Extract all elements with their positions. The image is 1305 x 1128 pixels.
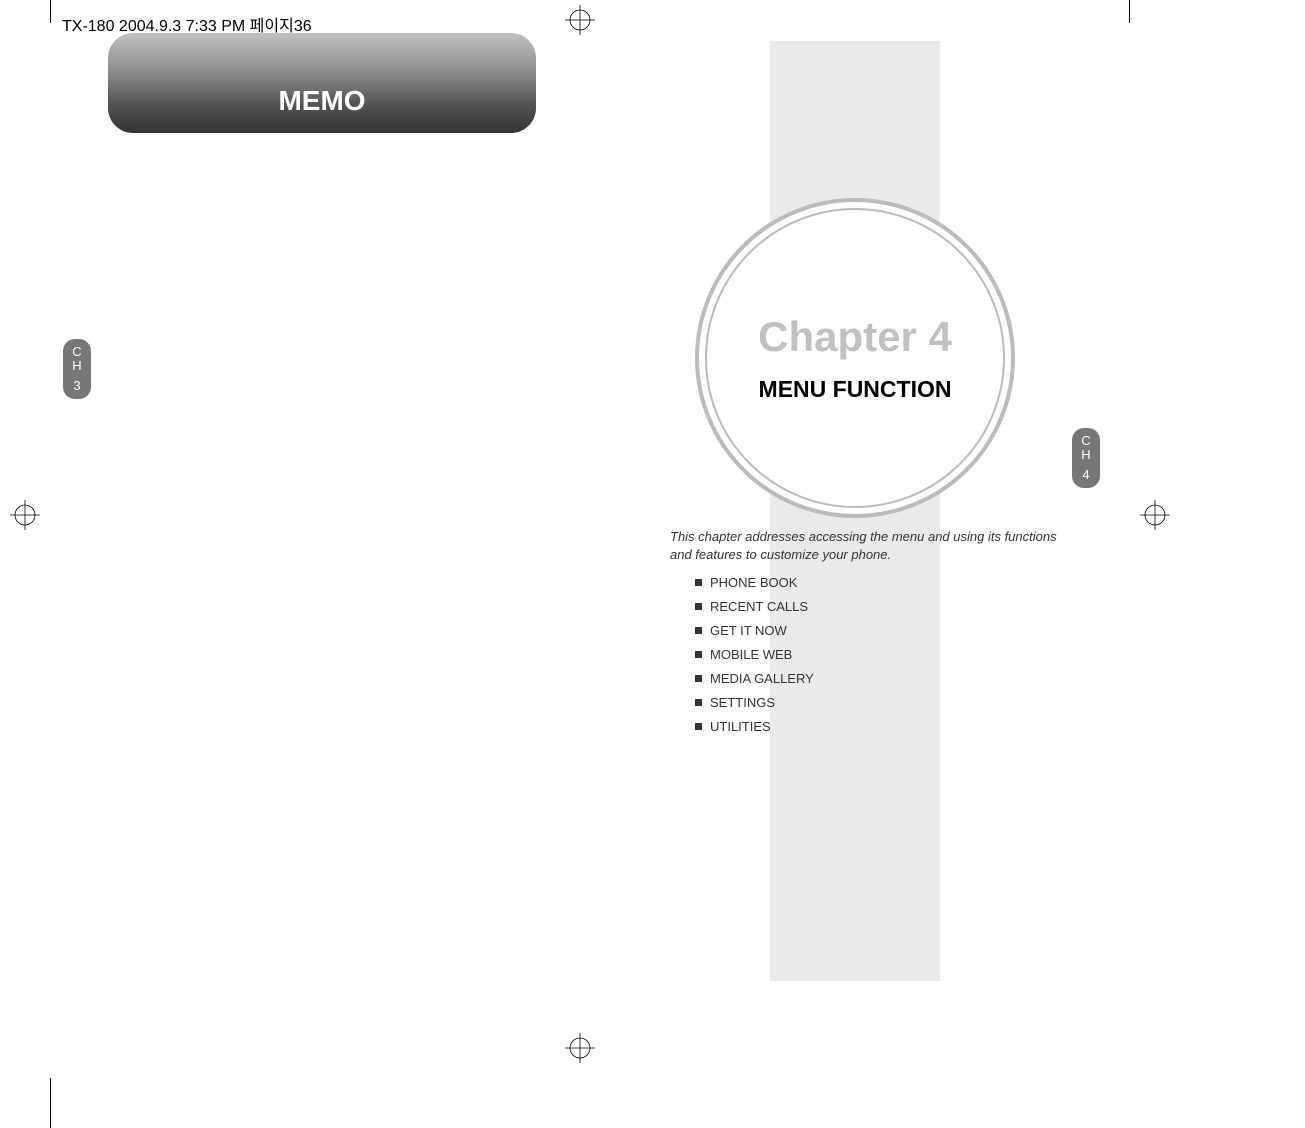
list-item: RECENT CALLS [695,599,814,614]
tab-letter: H [1081,448,1090,462]
crop-mark [50,1078,51,1128]
list-item: UTILITIES [695,719,814,734]
section-title: MENU FUNCTION [759,376,952,403]
memo-banner: MEMO [108,33,536,133]
tab-number: 3 [73,379,80,393]
crop-mark [50,0,51,23]
chapter-description: This chapter addresses accessing the men… [670,528,1070,564]
tab-letter: C [72,345,81,359]
crop-mark [1129,0,1130,23]
chapter-3-tab: C H 3 [63,339,91,399]
chapter-4-tab: C H 4 [1072,428,1100,488]
tab-letter: C [1081,434,1090,448]
list-item: MEDIA GALLERY [695,671,814,686]
list-item: MOBILE WEB [695,647,814,662]
list-item: SETTINGS [695,695,814,710]
menu-items-list: PHONE BOOK RECENT CALLS GET IT NOW MOBIL… [695,575,814,743]
tab-number: 4 [1082,468,1089,482]
chapter-label: Chapter 4 [758,313,952,361]
chapter-circle: Chapter 4 MENU FUNCTION [705,208,1005,508]
tab-letter: H [72,359,81,373]
left-page: MEMO C H 3 36 [50,23,635,1083]
memo-title: MEMO [278,85,365,117]
list-item: PHONE BOOK [695,575,814,590]
right-page: Chapter 4 MENU FUNCTION C H 4 This chapt… [635,23,1220,1083]
list-item: GET IT NOW [695,623,814,638]
register-mark-icon [10,500,40,535]
